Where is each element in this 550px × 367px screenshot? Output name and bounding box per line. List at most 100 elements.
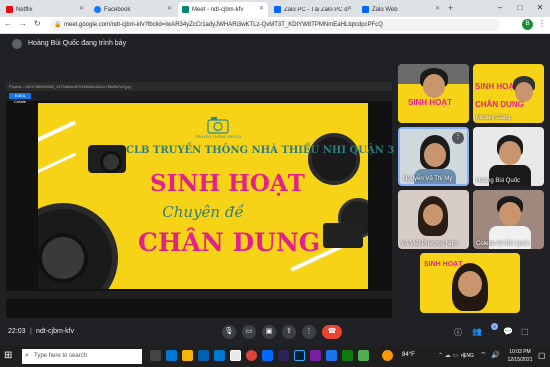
participant-tile-self[interactable]: SINH HOẠT xyxy=(420,253,520,313)
participant-name: Võ Viết Phương Nghi xyxy=(401,241,458,247)
taskbar-search-input[interactable]: Type here to search xyxy=(22,349,142,364)
weather-temp[interactable]: 84°F xyxy=(402,352,415,358)
slide-heading-chuyen-de: Chuyên đề xyxy=(162,203,244,221)
app-icon[interactable] xyxy=(342,350,353,361)
mini-slide-text: SINH HOẠT xyxy=(424,261,463,268)
network-icon[interactable]: ⌔ xyxy=(480,351,487,360)
chat-icon[interactable]: 💬 xyxy=(503,327,513,336)
app-icon[interactable] xyxy=(358,350,369,361)
photoshop-icon[interactable] xyxy=(294,350,305,361)
close-icon[interactable]: ✕ xyxy=(79,5,84,12)
close-icon[interactable]: ✕ xyxy=(259,5,264,12)
activities-icon[interactable]: ⬚ xyxy=(521,327,529,336)
shared-window-title: Photos - z301798820088_1379d8de4f701b948… xyxy=(6,82,392,91)
shared-window-toolbar xyxy=(6,91,392,101)
close-icon[interactable]: ✕ xyxy=(167,5,172,12)
people-icon[interactable]: 👥 xyxy=(472,327,482,336)
task-view-icon[interactable] xyxy=(150,350,161,361)
tab-netflix[interactable]: Netflix ✕ xyxy=(2,2,88,17)
tab-label: Netflix xyxy=(16,6,33,13)
participant-face xyxy=(499,141,521,165)
zalo-icon[interactable] xyxy=(262,350,273,361)
premiere-icon[interactable] xyxy=(278,350,289,361)
hang-up-icon: ☎ xyxy=(327,328,337,335)
forward-icon[interactable]: → xyxy=(19,19,27,28)
notifications-icon[interactable]: ▢ xyxy=(538,351,546,360)
tab-label: Facebook xyxy=(104,6,131,13)
volume-icon[interactable]: 🔊 xyxy=(491,351,500,359)
present-icon: ⇧ xyxy=(286,328,292,335)
system-tray-icons[interactable]: ⌃ ☁ ▭ ◖) xyxy=(438,352,465,359)
zalo-icon xyxy=(274,6,281,13)
new-tab-icon[interactable]: + xyxy=(448,3,453,13)
tab-zalo-web[interactable]: Zalo Web ✕ xyxy=(358,2,444,17)
profile-avatar[interactable]: B xyxy=(522,19,533,30)
chrome-icon[interactable] xyxy=(246,350,257,361)
participant-tile[interactable]: SINH HOẠT CHÂN DUNG Mickey Dang xyxy=(473,64,544,123)
maximize-icon[interactable]: □ xyxy=(510,0,530,17)
minimize-icon[interactable]: – xyxy=(490,0,510,17)
participant-face xyxy=(458,271,482,297)
edge-icon[interactable] xyxy=(166,350,177,361)
taskbar-date[interactable]: 12/15/2021 xyxy=(504,357,536,363)
tab-label: Zalo PC - Tải Zalo PC để liên... xyxy=(284,6,348,13)
windows-start-icon[interactable]: ⊞ xyxy=(4,350,16,362)
zalo-icon xyxy=(362,6,369,13)
captions-button[interactable]: ▣ xyxy=(262,325,276,339)
leave-call-button[interactable]: ☎ xyxy=(322,325,342,339)
camera-button[interactable]: ▭ xyxy=(242,325,256,339)
slide-heading-sinh-hoat: SINH HOẠT xyxy=(150,170,305,197)
present-button[interactable]: ⇧ xyxy=(282,325,296,339)
lock-icon[interactable]: 🔒 xyxy=(54,21,61,28)
participant-name: Colette A2 Bùi Quốc xyxy=(476,241,531,247)
club-title: CLB TRUYỀN THÔNG NHÀ THIẾU NHI QUẬN 3 xyxy=(126,145,395,156)
mini-slide-text: SINH HOẠT xyxy=(408,98,452,107)
reload-icon[interactable]: ↻ xyxy=(34,19,41,28)
netflix-icon xyxy=(6,6,13,13)
url-input[interactable]: meet.google.com/ndt-cjbm-kfv?fbclid=IwAR… xyxy=(50,19,500,31)
app-icon[interactable] xyxy=(310,350,321,361)
meeting-clock: 22:03 xyxy=(8,328,26,335)
camera-image xyxy=(323,223,363,248)
participant-face xyxy=(499,202,521,226)
participant-name: Nguyễn Võ Thị My xyxy=(403,176,453,182)
tab-meet[interactable]: Meet - ndt-cjbm-kfv ✕ xyxy=(178,2,268,17)
participant-tile[interactable]: Võ Viết Phương Nghi xyxy=(398,190,469,249)
app-icon[interactable] xyxy=(326,350,337,361)
facebook-icon xyxy=(94,6,101,13)
window-controls: – □ ✕ xyxy=(490,0,550,17)
shared-window-bottombar xyxy=(6,291,392,299)
meeting-code: ndt-cjbm-kfv xyxy=(36,328,75,335)
participant-name: Mickey Dang xyxy=(476,115,511,121)
microphone-button[interactable]: 🎙 xyxy=(222,325,236,339)
participant-face xyxy=(423,204,443,226)
participant-tile[interactable]: Colette A2 Bùi Quốc xyxy=(473,190,544,249)
decor-stripe xyxy=(38,152,77,177)
close-icon[interactable]: ✕ xyxy=(347,5,352,12)
store-icon[interactable] xyxy=(198,350,209,361)
participant-tile[interactable]: ⋮ Nguyễn Võ Thị My xyxy=(398,127,469,186)
tab-zalo-pc[interactable]: Zalo PC - Tải Zalo PC để liên... ✕ xyxy=(270,2,356,17)
browser-menu-icon[interactable]: ⋮ xyxy=(538,19,546,28)
more-options-button[interactable]: ⋮ xyxy=(302,325,316,339)
close-window-icon[interactable]: ✕ xyxy=(530,0,550,17)
participant-tile[interactable]: SINH HOẠT xyxy=(398,64,469,123)
app-icon[interactable] xyxy=(230,350,241,361)
mail-icon[interactable] xyxy=(214,350,225,361)
search-icon: ⌕ xyxy=(25,352,29,359)
weather-icon[interactable] xyxy=(382,350,393,361)
participant-tile[interactable]: Hoàng Bùi Quốc xyxy=(473,127,544,186)
info-icon[interactable]: ⓘ xyxy=(454,327,462,338)
back-icon[interactable]: ← xyxy=(4,19,12,28)
taskbar-time[interactable]: 10:03 PM xyxy=(504,349,536,355)
language-indicator[interactable]: ENG xyxy=(463,353,474,359)
more-options-icon[interactable]: ⋮ xyxy=(452,132,464,144)
file-explorer-icon[interactable] xyxy=(182,350,193,361)
tab-facebook[interactable]: Facebook ✕ xyxy=(90,2,176,17)
meet-icon xyxy=(182,6,189,13)
avatar xyxy=(12,39,22,49)
close-icon[interactable]: ✕ xyxy=(435,5,440,12)
participant-face xyxy=(424,143,446,167)
tab-label: Meet - ndt-cjbm-kfv xyxy=(192,6,244,13)
microphone-icon: 🎙 xyxy=(224,328,234,335)
